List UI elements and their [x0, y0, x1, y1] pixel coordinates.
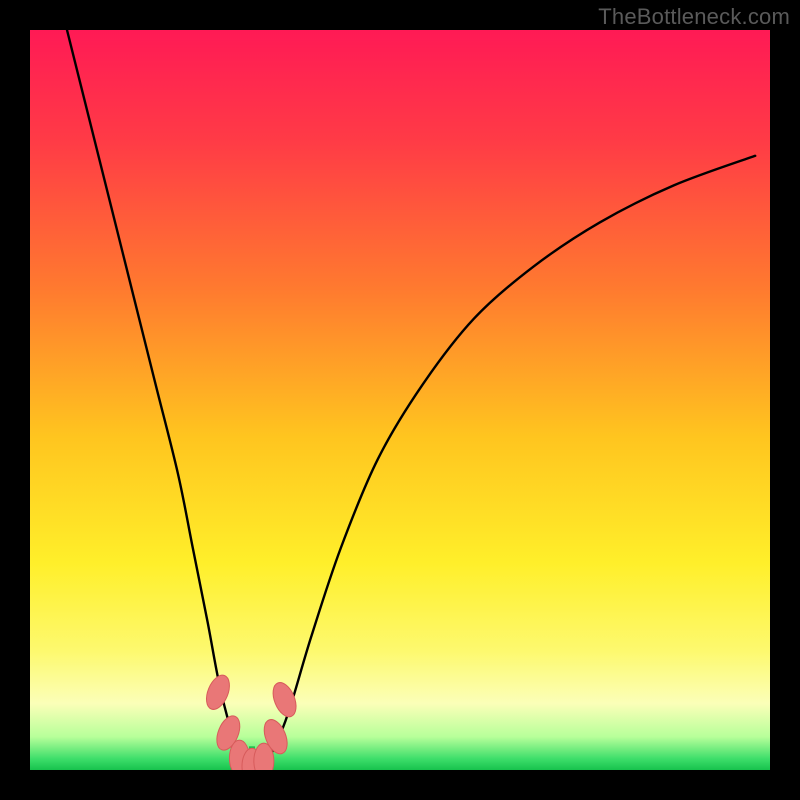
plot-area	[30, 30, 770, 770]
watermark-text: TheBottleneck.com	[598, 4, 790, 30]
chart-frame: TheBottleneck.com	[0, 0, 800, 800]
curve-layer	[30, 30, 770, 770]
bottleneck-curve	[67, 30, 755, 767]
marker-left-upper	[202, 672, 234, 713]
